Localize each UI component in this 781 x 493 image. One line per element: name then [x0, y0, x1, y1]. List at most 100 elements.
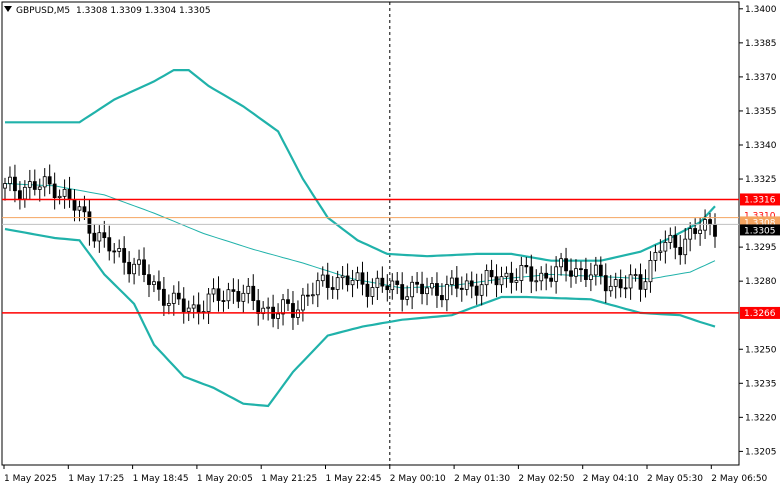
candle-body — [588, 274, 593, 280]
candle-body — [564, 258, 568, 272]
candle-body — [668, 234, 673, 243]
candle-body — [489, 270, 494, 278]
candle-body — [132, 263, 136, 275]
candle-body — [509, 272, 514, 283]
candle-body — [713, 224, 717, 237]
candle-body — [524, 265, 529, 268]
candle-body — [191, 304, 196, 309]
candle-body — [479, 284, 484, 296]
x-tick-label: 2 May 05:30 — [647, 474, 703, 484]
candle-body — [608, 285, 613, 292]
candle-body — [325, 274, 330, 288]
y-tick-label: 1.3385 — [745, 39, 777, 49]
candle-body — [613, 279, 618, 287]
candle-body — [534, 280, 539, 283]
candle-body — [171, 292, 176, 304]
candle-body — [62, 188, 67, 197]
candle-body — [305, 294, 310, 297]
x-tick-label: 1 May 21:25 — [261, 474, 317, 484]
candle-body — [628, 274, 633, 289]
candle-body — [504, 272, 509, 278]
candle-body — [211, 288, 216, 295]
candle-body — [226, 289, 231, 302]
candle-body — [593, 264, 598, 276]
candle-body — [365, 283, 370, 297]
x-tick-label: 2 May 04:10 — [583, 474, 639, 484]
candle-body — [107, 237, 112, 252]
candle-body — [176, 292, 181, 300]
candle-body — [598, 264, 603, 276]
candle-body — [8, 176, 12, 184]
candle-body — [72, 199, 77, 211]
candle-body — [102, 232, 107, 239]
candle-body — [82, 206, 87, 213]
candle-body — [137, 259, 141, 265]
candle-body — [633, 274, 638, 276]
candle-body — [161, 288, 166, 306]
candle-body — [499, 276, 504, 286]
candle-body — [420, 283, 424, 295]
chart-svg[interactable]: 1.33161.32661.33101.33081.3305 1.34001.3… — [0, 0, 781, 489]
candle-body — [569, 270, 573, 277]
chart[interactable]: 1.33161.32661.33101.33081.3305 1.34001.3… — [0, 0, 781, 489]
candle-body — [693, 228, 698, 234]
candle-body — [449, 277, 454, 285]
candle-body — [186, 307, 191, 312]
candle-body — [549, 277, 554, 282]
candle-body — [112, 250, 117, 253]
x-tick-label: 2 May 06:50 — [711, 474, 767, 484]
candle-body — [375, 277, 380, 288]
candle-body — [27, 181, 32, 188]
candle-body — [559, 258, 563, 268]
candle-body — [13, 176, 17, 192]
candle-body — [241, 292, 246, 302]
candle-body — [246, 285, 251, 294]
candle-body — [688, 228, 693, 240]
time-axis: 1 May 2025 1 May 17:25 1 May 18:45 1 May 20… — [3, 465, 768, 484]
level-tag-label: 1.3316 — [744, 195, 776, 205]
candle-body — [708, 219, 712, 225]
candle-body — [320, 274, 325, 282]
candle-body — [286, 299, 290, 304]
y-tick-label: 1.3220 — [745, 413, 777, 423]
candle-body — [67, 188, 72, 201]
candle-body — [400, 284, 405, 300]
candle-body — [296, 309, 300, 318]
candle-body — [301, 294, 305, 311]
candle-body — [251, 285, 256, 302]
candle-body — [623, 287, 628, 290]
candle-body — [385, 285, 390, 291]
y-tick-label: 1.3295 — [745, 243, 777, 253]
candle-body — [166, 303, 171, 306]
candle-body — [196, 304, 201, 313]
y-tick-label: 1.3400 — [745, 5, 777, 15]
candle-body — [37, 186, 42, 190]
candle-body — [231, 289, 236, 292]
candle-body — [574, 268, 578, 277]
candle-body — [256, 300, 261, 314]
candle-body — [474, 285, 479, 296]
y-tick-label: 1.3355 — [745, 107, 777, 117]
candle-body — [415, 281, 419, 285]
candle-body — [584, 269, 588, 280]
candle-body — [425, 287, 429, 295]
candle-body — [663, 242, 668, 252]
x-tick-label: 2 May 02:50 — [518, 474, 574, 484]
candle-body — [335, 277, 340, 290]
candle-body — [92, 232, 97, 242]
candle-body — [698, 229, 703, 234]
candle-body — [683, 238, 688, 256]
candle-body — [405, 296, 410, 300]
candle-body — [206, 293, 211, 312]
candle-body — [147, 274, 151, 285]
candle-body — [221, 300, 226, 302]
candle-body — [484, 270, 489, 286]
candle-body — [469, 280, 474, 287]
y-tick-label: 1.3325 — [745, 175, 777, 185]
candle-body — [554, 266, 559, 282]
candle-body — [77, 206, 82, 211]
candle-body — [514, 280, 519, 283]
y-tick-label: 1.3235 — [745, 379, 777, 389]
plot-area-frame — [1, 1, 740, 466]
candle-body — [678, 246, 683, 256]
